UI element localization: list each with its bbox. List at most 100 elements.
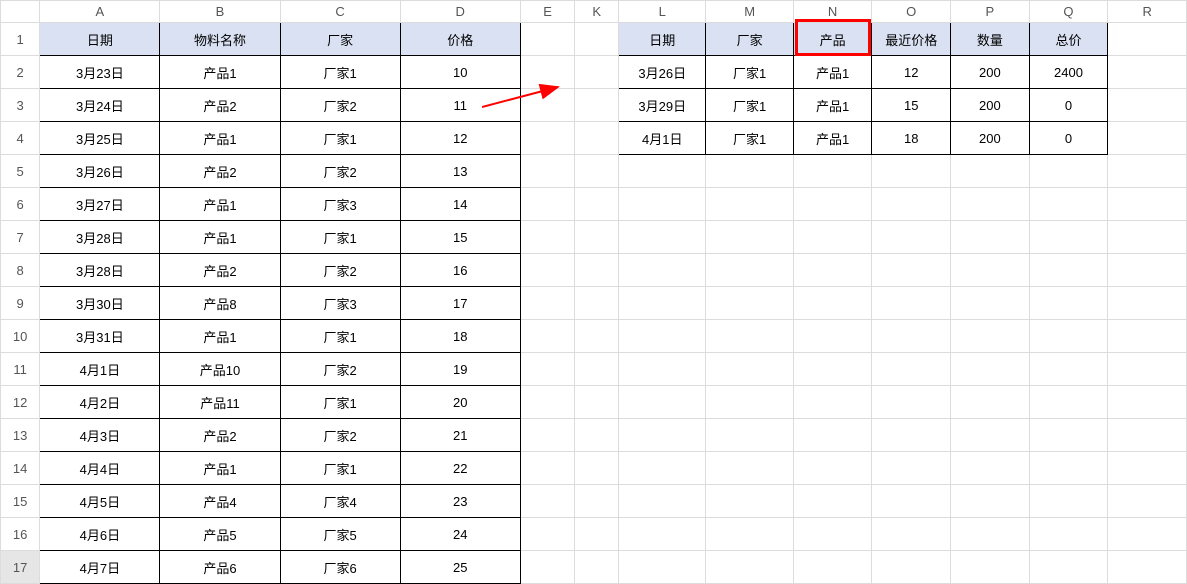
cell-E2[interactable]: [520, 56, 575, 89]
cell-O12[interactable]: [872, 386, 951, 419]
cell-C10[interactable]: 厂家1: [280, 320, 400, 353]
cell-O1[interactable]: 最近价格: [872, 23, 951, 56]
column-header-R[interactable]: R: [1108, 1, 1187, 23]
cell-R4[interactable]: [1108, 122, 1187, 155]
cell-O10[interactable]: [872, 320, 951, 353]
cell-P12[interactable]: [951, 386, 1030, 419]
cell-B7[interactable]: 产品1: [160, 221, 280, 254]
cell-K17[interactable]: [575, 551, 619, 584]
cell-P6[interactable]: [951, 188, 1030, 221]
cell-D14[interactable]: 22: [400, 452, 520, 485]
cell-M4[interactable]: 厂家1: [706, 122, 793, 155]
cell-N6[interactable]: [793, 188, 872, 221]
select-all-corner[interactable]: [1, 1, 40, 23]
cell-E6[interactable]: [520, 188, 575, 221]
cell-B3[interactable]: 产品2: [160, 89, 280, 122]
cell-O4[interactable]: 18: [872, 122, 951, 155]
cell-B11[interactable]: 产品10: [160, 353, 280, 386]
cell-N2[interactable]: 产品1: [793, 56, 872, 89]
cell-A16[interactable]: 4月6日: [40, 518, 160, 551]
cell-E7[interactable]: [520, 221, 575, 254]
cell-E16[interactable]: [520, 518, 575, 551]
cell-K3[interactable]: [575, 89, 619, 122]
cell-M13[interactable]: [706, 419, 793, 452]
cell-P4[interactable]: 200: [951, 122, 1030, 155]
cell-N12[interactable]: [793, 386, 872, 419]
cell-B10[interactable]: 产品1: [160, 320, 280, 353]
cell-A13[interactable]: 4月3日: [40, 419, 160, 452]
cell-D3[interactable]: 11: [400, 89, 520, 122]
cell-M1[interactable]: 厂家: [706, 23, 793, 56]
cell-B9[interactable]: 产品8: [160, 287, 280, 320]
row-header-14[interactable]: 14: [1, 452, 40, 485]
cell-L15[interactable]: [619, 485, 706, 518]
cell-Q4[interactable]: 0: [1029, 122, 1108, 155]
cell-P1[interactable]: 数量: [951, 23, 1030, 56]
column-header-C[interactable]: C: [280, 1, 400, 23]
cell-L10[interactable]: [619, 320, 706, 353]
cell-K6[interactable]: [575, 188, 619, 221]
cell-D11[interactable]: 19: [400, 353, 520, 386]
cell-A12[interactable]: 4月2日: [40, 386, 160, 419]
cell-D7[interactable]: 15: [400, 221, 520, 254]
cell-K7[interactable]: [575, 221, 619, 254]
cell-K10[interactable]: [575, 320, 619, 353]
cell-B5[interactable]: 产品2: [160, 155, 280, 188]
cell-A2[interactable]: 3月23日: [40, 56, 160, 89]
row-header-2[interactable]: 2: [1, 56, 40, 89]
column-header-N[interactable]: N: [793, 1, 872, 23]
row-header-3[interactable]: 3: [1, 89, 40, 122]
cell-L13[interactable]: [619, 419, 706, 452]
cell-C3[interactable]: 厂家2: [280, 89, 400, 122]
cell-A5[interactable]: 3月26日: [40, 155, 160, 188]
cell-N16[interactable]: [793, 518, 872, 551]
cell-C13[interactable]: 厂家2: [280, 419, 400, 452]
cell-M8[interactable]: [706, 254, 793, 287]
cell-N4[interactable]: 产品1: [793, 122, 872, 155]
cell-K12[interactable]: [575, 386, 619, 419]
cell-O13[interactable]: [872, 419, 951, 452]
cell-C11[interactable]: 厂家2: [280, 353, 400, 386]
cell-D5[interactable]: 13: [400, 155, 520, 188]
cell-Q11[interactable]: [1029, 353, 1108, 386]
cell-B8[interactable]: 产品2: [160, 254, 280, 287]
cell-Q3[interactable]: 0: [1029, 89, 1108, 122]
cell-N7[interactable]: [793, 221, 872, 254]
cell-A1[interactable]: 日期: [40, 23, 160, 56]
cell-O5[interactable]: [872, 155, 951, 188]
cell-D9[interactable]: 17: [400, 287, 520, 320]
cell-E4[interactable]: [520, 122, 575, 155]
cell-L11[interactable]: [619, 353, 706, 386]
row-header-5[interactable]: 5: [1, 155, 40, 188]
cell-R7[interactable]: [1108, 221, 1187, 254]
cell-B16[interactable]: 产品5: [160, 518, 280, 551]
column-header-A[interactable]: A: [40, 1, 160, 23]
cell-C1[interactable]: 厂家: [280, 23, 400, 56]
cell-L4[interactable]: 4月1日: [619, 122, 706, 155]
cell-A9[interactable]: 3月30日: [40, 287, 160, 320]
cell-E11[interactable]: [520, 353, 575, 386]
cell-E13[interactable]: [520, 419, 575, 452]
cell-E17[interactable]: [520, 551, 575, 584]
cell-L12[interactable]: [619, 386, 706, 419]
row-header-7[interactable]: 7: [1, 221, 40, 254]
cell-R17[interactable]: [1108, 551, 1187, 584]
row-header-12[interactable]: 12: [1, 386, 40, 419]
cell-L1[interactable]: 日期: [619, 23, 706, 56]
cell-R10[interactable]: [1108, 320, 1187, 353]
column-header-E[interactable]: E: [520, 1, 575, 23]
cell-N13[interactable]: [793, 419, 872, 452]
row-header-8[interactable]: 8: [1, 254, 40, 287]
column-header-P[interactable]: P: [951, 1, 1030, 23]
cell-E8[interactable]: [520, 254, 575, 287]
cell-B4[interactable]: 产品1: [160, 122, 280, 155]
cell-R16[interactable]: [1108, 518, 1187, 551]
cell-P2[interactable]: 200: [951, 56, 1030, 89]
cell-O17[interactable]: [872, 551, 951, 584]
row-header-16[interactable]: 16: [1, 518, 40, 551]
column-header-M[interactable]: M: [706, 1, 793, 23]
cell-L7[interactable]: [619, 221, 706, 254]
cell-P8[interactable]: [951, 254, 1030, 287]
cell-N9[interactable]: [793, 287, 872, 320]
cell-R8[interactable]: [1108, 254, 1187, 287]
